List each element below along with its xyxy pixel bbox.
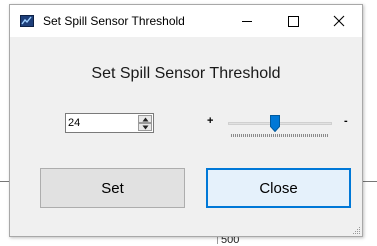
close-window-button[interactable] — [316, 5, 362, 37]
slider-track[interactable] — [228, 122, 332, 125]
slider-thumb[interactable] — [270, 115, 280, 132]
slider-minus-label: - — [344, 115, 348, 127]
resize-grip-icon[interactable] — [352, 226, 361, 235]
maximize-button[interactable] — [270, 5, 316, 37]
minimize-icon — [242, 21, 252, 22]
spin-down-button[interactable] — [138, 123, 152, 131]
title-bar[interactable]: Set Spill Sensor Threshold — [10, 5, 362, 37]
slider-plus-label: + — [207, 115, 214, 127]
dialog-window: Set Spill Sensor Threshold Set Spill Sen… — [9, 4, 363, 237]
slider-tick-marks — [231, 134, 328, 137]
app-icon — [20, 15, 34, 27]
maximize-icon — [288, 16, 299, 27]
minimize-button[interactable] — [224, 5, 270, 37]
threshold-input[interactable] — [68, 115, 136, 131]
spinbox-buttons — [138, 115, 152, 131]
dialog-heading: Set Spill Sensor Threshold — [91, 65, 281, 82]
threshold-slider[interactable] — [228, 111, 332, 141]
arrow-up-icon — [142, 117, 149, 122]
close-button[interactable]: Close — [206, 168, 351, 208]
arrow-down-icon — [142, 125, 149, 130]
close-icon — [333, 15, 345, 27]
threshold-spinbox[interactable] — [65, 113, 154, 133]
background-gridline — [362, 181, 377, 182]
set-button[interactable]: Set — [40, 168, 185, 208]
window-title: Set Spill Sensor Threshold — [43, 14, 185, 28]
spin-up-button[interactable] — [138, 115, 152, 123]
